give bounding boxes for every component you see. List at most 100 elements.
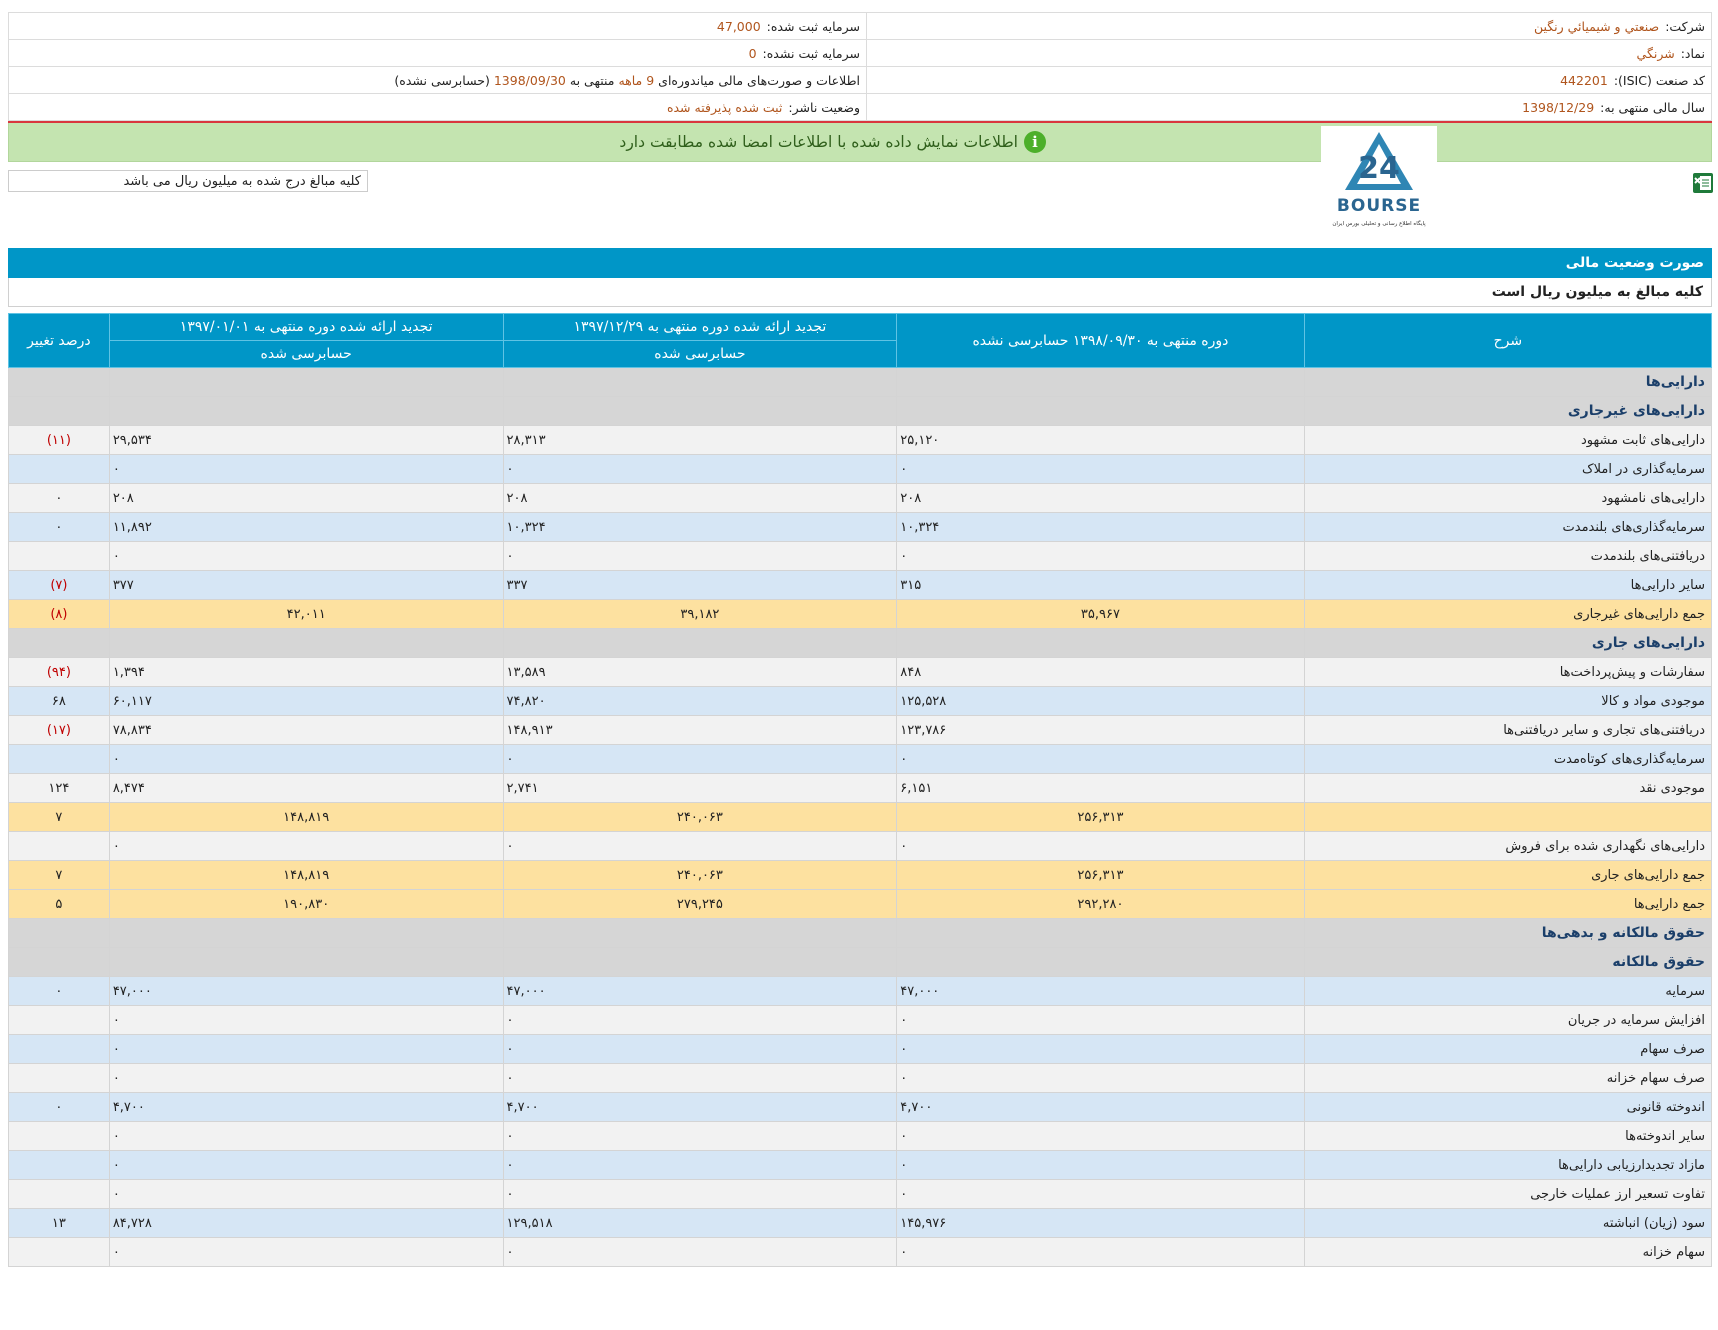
row-pct bbox=[8, 367, 110, 397]
row-period-2: ۲۷۹,۲۴۵ bbox=[502, 889, 898, 919]
row-period-3 bbox=[108, 367, 504, 397]
table-row: جمع دارایی‌های غیرجاری ۳۵,۹۶۷ ۳۹,۱۸۲ ۴۲,۰۱۱… bbox=[8, 599, 1713, 629]
row-pct: ۰ bbox=[8, 976, 110, 1006]
table-row: سفارشات و پیش‌پرداخت‌ها ۸۴۸ ۱۳,۵۸۹ ۱,۳۹۴ (۹۴… bbox=[8, 657, 1713, 687]
row-period-3: ۴۷,۰۰۰ bbox=[108, 976, 504, 1006]
row-pct bbox=[8, 947, 110, 977]
header-period-2[interactable]: تجدید ارائه شده دوره منتهی به ۱۳۹۷/۱۲/۲۹ bbox=[502, 313, 898, 341]
header-desc[interactable]: شرح bbox=[1303, 313, 1713, 368]
header-period-2-sub: حسابرسی شده bbox=[502, 340, 898, 368]
publisher-label: وضعیت ناشر: bbox=[788, 99, 860, 115]
bourse-logo-mark-icon: 24 bbox=[1345, 132, 1413, 190]
table-row: تفاوت تسعیر ارز عملیات خارجی ۰ ۰ ۰ bbox=[8, 1179, 1713, 1209]
row-period-3: ۰ bbox=[108, 1179, 504, 1209]
row-period-2: ۰ bbox=[502, 541, 898, 571]
row-period-3 bbox=[108, 947, 504, 977]
row-period-3: ۱,۳۹۴ bbox=[108, 657, 504, 687]
row-desc: سرمایه‌گذاری در املاک bbox=[1303, 454, 1713, 484]
row-period-1: ۱۰,۳۲۴ bbox=[896, 512, 1305, 542]
row-pct bbox=[8, 1034, 110, 1064]
row-period-1 bbox=[896, 947, 1305, 977]
unregistered-label: سرمایه ثبت نشده: bbox=[762, 45, 860, 61]
table-row: صرف سهام ۰ ۰ ۰ bbox=[8, 1034, 1713, 1064]
table-row: سایر دارایی‌ها ۳۱۵ ۳۳۷ ۳۷۷ (۷) bbox=[8, 570, 1713, 600]
row-period-3: ۳۷۷ bbox=[108, 570, 504, 600]
row-desc: دریافتنی‌های بلندمدت bbox=[1303, 541, 1713, 571]
row-period-3: ۴۲,۰۱۱ bbox=[108, 599, 504, 629]
capital-cell: سرمایه ثبت شده: 47,000 bbox=[8, 12, 867, 40]
row-period-1 bbox=[896, 918, 1305, 948]
row-period-3: ۰ bbox=[108, 1034, 504, 1064]
table-row: سرمایه ۴۷,۰۰۰ ۴۷,۰۰۰ ۴۷,۰۰۰ ۰ bbox=[8, 976, 1713, 1006]
row-period-1: ۲۰۸ bbox=[896, 483, 1305, 513]
row-desc: دریافتنی‌های تجاری و سایر دریافتنی‌ها bbox=[1303, 715, 1713, 745]
row-period-2: ۰ bbox=[502, 831, 898, 861]
table-row: دارایی‌های غیرجاری bbox=[8, 396, 1713, 426]
row-period-3: ۲۰۸ bbox=[108, 483, 504, 513]
statement-date: 1398/09/30 bbox=[493, 72, 566, 88]
row-period-1: ۰ bbox=[896, 1034, 1305, 1064]
row-period-1 bbox=[896, 628, 1305, 658]
row-period-3: ۱۴۸,۸۱۹ bbox=[108, 802, 504, 832]
row-desc: جمع دارایی‌های غیرجاری bbox=[1303, 599, 1713, 629]
row-pct: ۷ bbox=[8, 802, 110, 832]
row-period-1: ۱۲۵,۵۲۸ bbox=[896, 686, 1305, 716]
row-period-2: ۰ bbox=[502, 1121, 898, 1151]
unregistered-value: 0 bbox=[748, 45, 757, 61]
row-period-2: ۱۴۸,۹۱۳ bbox=[502, 715, 898, 745]
row-period-3: ۰ bbox=[108, 831, 504, 861]
row-period-1: ۲۵۶,۳۱۳ bbox=[896, 860, 1305, 890]
row-period-2: ۴۷,۰۰۰ bbox=[502, 976, 898, 1006]
row-period-2: ۰ bbox=[502, 1063, 898, 1093]
row-period-2: ۰ bbox=[502, 1034, 898, 1064]
row-period-2: ۳۹,۱۸۲ bbox=[502, 599, 898, 629]
row-period-3 bbox=[108, 918, 504, 948]
row-period-1: ۰ bbox=[896, 1237, 1305, 1267]
isic-value: 442201 bbox=[1560, 72, 1608, 88]
row-period-3 bbox=[108, 628, 504, 658]
header-period-1[interactable]: دوره منتهی به ۱۳۹۸/۰۹/۳۰ حسابرسی نشده bbox=[896, 313, 1305, 368]
header-period-3[interactable]: تجدید ارائه شده دوره منتهی به ۱۳۹۷/۰۱/۰۱ bbox=[108, 313, 504, 341]
row-period-3: ۸,۴۷۴ bbox=[108, 773, 504, 803]
row-period-3: ۰ bbox=[108, 1121, 504, 1151]
row-period-2: ۷۴,۸۲۰ bbox=[502, 686, 898, 716]
header-pct[interactable]: درصد تغییر bbox=[8, 313, 110, 368]
row-desc: صرف سهام bbox=[1303, 1034, 1713, 1064]
row-pct bbox=[8, 1121, 110, 1151]
table-row: افزایش سرمایه در جریان ۰ ۰ ۰ bbox=[8, 1005, 1713, 1035]
verification-banner: i اطلاعات نمایش داده شده با اطلاعات امضا… bbox=[8, 123, 1712, 162]
row-pct: (۱۱) bbox=[8, 425, 110, 455]
table-row: دارایی‌های جاری bbox=[8, 628, 1713, 658]
row-period-1: ۰ bbox=[896, 454, 1305, 484]
row-desc: حقوق مالکانه و بدهی‌ها bbox=[1303, 918, 1713, 948]
company-value[interactable]: صنعتي و شيميائي رنگين bbox=[1534, 19, 1659, 34]
row-period-2 bbox=[502, 628, 898, 658]
row-period-2: ۲۴۰,۰۶۳ bbox=[502, 802, 898, 832]
row-pct: (۹۴) bbox=[8, 657, 110, 687]
row-period-1: ۰ bbox=[896, 1150, 1305, 1180]
table-row: حقوق مالکانه و بدهی‌ها bbox=[8, 918, 1713, 948]
publisher-value: ثبت شده پذیرفته شده bbox=[666, 99, 783, 115]
row-period-3: ۰ bbox=[108, 1005, 504, 1035]
row-desc: دارایی‌های نامشهود bbox=[1303, 483, 1713, 513]
row-period-1: ۰ bbox=[896, 744, 1305, 774]
table-row: جمع دارایی‌های جاری ۲۵۶,۳۱۳ ۲۴۰,۰۶۳ ۱۴۸,۸۱۹… bbox=[8, 860, 1713, 890]
row-pct bbox=[8, 1005, 110, 1035]
symbol-value[interactable]: شرنگي bbox=[1637, 46, 1675, 61]
row-pct bbox=[8, 1063, 110, 1093]
row-desc: افزایش سرمایه در جریان bbox=[1303, 1005, 1713, 1035]
row-period-3: ۰ bbox=[108, 454, 504, 484]
row-pct: ۱۲۴ bbox=[8, 773, 110, 803]
row-period-3: ۰ bbox=[108, 1150, 504, 1180]
table-row: سرمایه‌گذاری‌های بلندمدت ۱۰,۳۲۴ ۱۰,۳۲۴ ۱۱,۸… bbox=[8, 512, 1713, 542]
row-pct bbox=[8, 918, 110, 948]
row-pct: (۱۷) bbox=[8, 715, 110, 745]
row-period-1: ۴۷,۰۰۰ bbox=[896, 976, 1305, 1006]
table-row: سهام خزانه ۰ ۰ ۰ bbox=[8, 1237, 1713, 1267]
row-desc: جمع دارایی‌های جاری bbox=[1303, 860, 1713, 890]
row-pct bbox=[8, 454, 110, 484]
excel-export-icon[interactable] bbox=[1692, 172, 1714, 194]
table-row: دارایی‌های ثابت مشهود ۲۵,۱۲۰ ۲۸,۳۱۳ ۲۹,۵۳۴(… bbox=[8, 425, 1713, 455]
row-period-1: ۲۵۶,۳۱۳ bbox=[896, 802, 1305, 832]
table-row: دریافتنی‌های بلندمدت ۰ ۰ ۰ bbox=[8, 541, 1713, 571]
